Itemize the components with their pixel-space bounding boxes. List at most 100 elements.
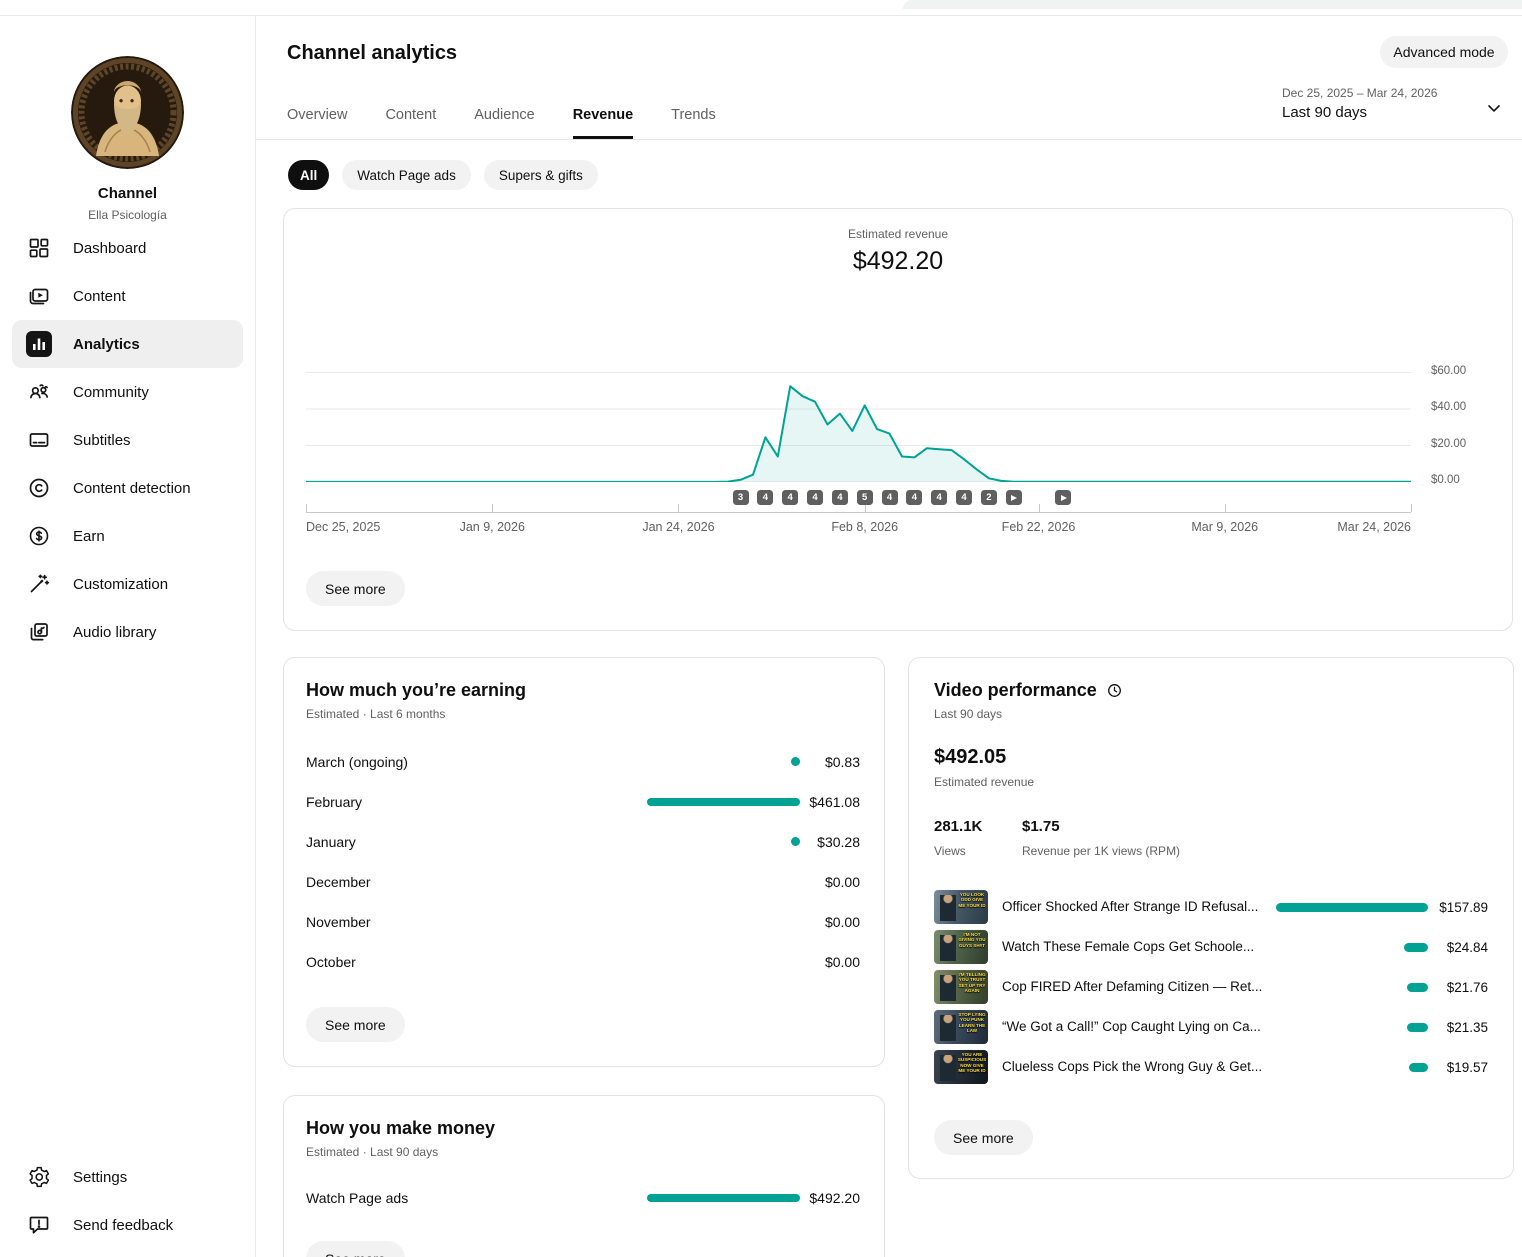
earnings-row: February $461.08 xyxy=(284,782,884,822)
sidebar-item-analytics[interactable]: Analytics xyxy=(12,320,243,368)
date-range-text: Dec 25, 2025 – Mar 24, 2026 xyxy=(1282,86,1437,100)
channel-name: Channel xyxy=(0,185,255,202)
amount-bar xyxy=(647,798,800,806)
publish-marker-play[interactable] xyxy=(1006,490,1022,505)
money-row: Watch Page ads $492.20 xyxy=(284,1178,884,1218)
audio-library-icon xyxy=(26,620,52,644)
tab-overview[interactable]: Overview xyxy=(287,107,347,139)
sidebar-item-label: Content detection xyxy=(73,480,191,497)
chevron-down-icon[interactable] xyxy=(1484,98,1504,118)
amount-value: $30.28 xyxy=(817,834,860,850)
vp-views-stat: 281.1K Views xyxy=(934,818,982,858)
video-row[interactable]: STOP LYING YOU PUNK LEARN THE LAW “We Go… xyxy=(909,1007,1513,1047)
sidebar-item-label: Dashboard xyxy=(73,240,146,257)
analytics-icon xyxy=(26,331,52,357)
publish-marker-count[interactable]: 4 xyxy=(931,490,947,505)
publish-marker-count[interactable]: 4 xyxy=(906,490,922,505)
month-label: February xyxy=(306,794,362,810)
sidebar: Channel Ella Psicología Dashboard Conten… xyxy=(0,16,256,1257)
publish-marker-count[interactable]: 2 xyxy=(981,490,997,505)
publish-marker-count[interactable]: 5 xyxy=(857,490,873,505)
sidebar-item-label: Content xyxy=(73,288,126,305)
earnings-see-more-button[interactable]: See more xyxy=(306,1007,405,1042)
publish-marker-play[interactable] xyxy=(1055,490,1071,505)
video-performance-card: Video performance Last 90 days $492.05 E… xyxy=(908,657,1514,1179)
sidebar-item-label: Community xyxy=(73,384,149,401)
sidebar-item-content[interactable]: Content xyxy=(0,272,255,320)
sidebar-item-audio-library[interactable]: Audio library xyxy=(0,608,255,656)
sidebar-item-customization[interactable]: Customization xyxy=(0,560,255,608)
video-row[interactable]: I'M TELLING YOU TRUST SET UP TRY AGAIN C… xyxy=(909,967,1513,1007)
chip-supers-gifts[interactable]: Supers & gifts xyxy=(484,160,598,190)
video-row[interactable]: I'M NOT GIVING YOU GUYS SH#T Watch These… xyxy=(909,927,1513,967)
video-thumbnail: YOU ARE SUSPICIOUS NOW GIVE ME YOUR ID xyxy=(934,1050,988,1084)
revenue-chart-card: Estimated revenue $492.20 $60.00$40.00$2… xyxy=(283,208,1513,631)
video-row[interactable]: YOU LOOK ODD GIVE ME YOUR ID Officer Sho… xyxy=(909,887,1513,927)
sidebar-item-community[interactable]: Community xyxy=(0,368,255,416)
clock-icon xyxy=(1106,682,1123,699)
amount-value: $0.00 xyxy=(825,914,860,930)
masthead xyxy=(0,0,1522,16)
subtitles-icon xyxy=(26,428,52,452)
sidebar-item-label: Earn xyxy=(73,528,105,545)
amount-bar xyxy=(1276,903,1428,912)
card-subtitle: Estimated · Last 6 months xyxy=(306,707,445,721)
amount-bar xyxy=(647,1194,800,1202)
video-see-more-button[interactable]: See more xyxy=(934,1120,1033,1155)
channel-avatar[interactable] xyxy=(71,56,184,169)
dashboard-icon xyxy=(26,236,52,260)
chart-metric-value: $492.20 xyxy=(284,247,1512,276)
publish-marker-count[interactable]: 4 xyxy=(757,490,773,505)
publish-marker-count[interactable]: 3 xyxy=(733,490,749,505)
publish-marker-count[interactable]: 4 xyxy=(832,490,848,505)
month-label: November xyxy=(306,914,371,930)
publish-marker-count[interactable]: 4 xyxy=(782,490,798,505)
chart-metric-label: Estimated revenue xyxy=(284,227,1512,241)
sidebar-item-earn[interactable]: Earn xyxy=(0,512,255,560)
amount-value: $19.57 xyxy=(1447,1060,1488,1075)
sidebar-item-dashboard[interactable]: Dashboard xyxy=(0,224,255,272)
video-row[interactable]: YOU ARE SUSPICIOUS NOW GIVE ME YOUR ID C… xyxy=(909,1047,1513,1087)
y-axis-label: $0.00 xyxy=(1431,474,1501,486)
tab-trends[interactable]: Trends xyxy=(671,107,716,139)
video-thumbnail: I'M TELLING YOU TRUST SET UP TRY AGAIN xyxy=(934,970,988,1004)
sidebar-item-label: Customization xyxy=(73,576,168,593)
publish-marker-count[interactable]: 4 xyxy=(956,490,972,505)
sidebar-item-subtitles[interactable]: Subtitles xyxy=(0,416,255,464)
feedback-bubble-icon xyxy=(26,1213,52,1237)
tab-revenue[interactable]: Revenue xyxy=(573,107,633,139)
sidebar-item-content-detection[interactable]: Content detection xyxy=(0,464,255,512)
advanced-mode-button[interactable]: Advanced mode xyxy=(1380,36,1508,68)
search-input-partial[interactable] xyxy=(903,0,1522,9)
revenue-filter-chips: All Watch Page ads Supers & gifts xyxy=(288,160,598,190)
sidebar-item-label: Audio library xyxy=(73,624,156,641)
revenue-area-chart xyxy=(306,329,1411,482)
publish-marker-count[interactable]: 4 xyxy=(882,490,898,505)
earnings-row: October $0.00 xyxy=(284,942,884,982)
chip-all[interactable]: All xyxy=(288,160,329,190)
tab-audience[interactable]: Audience xyxy=(474,107,534,139)
tab-content[interactable]: Content xyxy=(385,107,436,139)
views-label: Views xyxy=(934,844,982,858)
dollar-circle-icon xyxy=(26,524,52,548)
chart-see-more-button[interactable]: See more xyxy=(306,571,405,606)
sidebar-item-label: Settings xyxy=(73,1169,127,1186)
earnings-row: December $0.00 xyxy=(284,862,884,902)
x-axis-label: Jan 24, 2026 xyxy=(642,520,714,534)
chip-watch-page-ads[interactable]: Watch Page ads xyxy=(342,160,471,190)
date-range-selector[interactable]: Dec 25, 2025 – Mar 24, 2026 Last 90 days xyxy=(1282,86,1437,121)
publish-marker-count[interactable]: 4 xyxy=(807,490,823,505)
sidebar-item-label: Send feedback xyxy=(73,1217,173,1234)
x-axis-label: Jan 9, 2026 xyxy=(460,520,525,534)
y-axis-label: $40.00 xyxy=(1431,401,1501,413)
sidebar-item-label: Analytics xyxy=(73,336,140,353)
x-axis-label: Mar 24, 2026 xyxy=(1337,520,1411,534)
sidebar-item-settings[interactable]: Settings xyxy=(0,1153,255,1201)
amount-value: $21.35 xyxy=(1447,1020,1488,1035)
amount-bar xyxy=(791,837,800,846)
money-see-more-button[interactable]: See more xyxy=(306,1241,405,1257)
rpm-label: Revenue per 1K views (RPM) xyxy=(1022,844,1180,858)
amount-bar xyxy=(1409,1063,1428,1072)
sidebar-item-send-feedback[interactable]: Send feedback xyxy=(0,1201,255,1249)
x-axis-label: Dec 25, 2025 xyxy=(306,520,380,534)
